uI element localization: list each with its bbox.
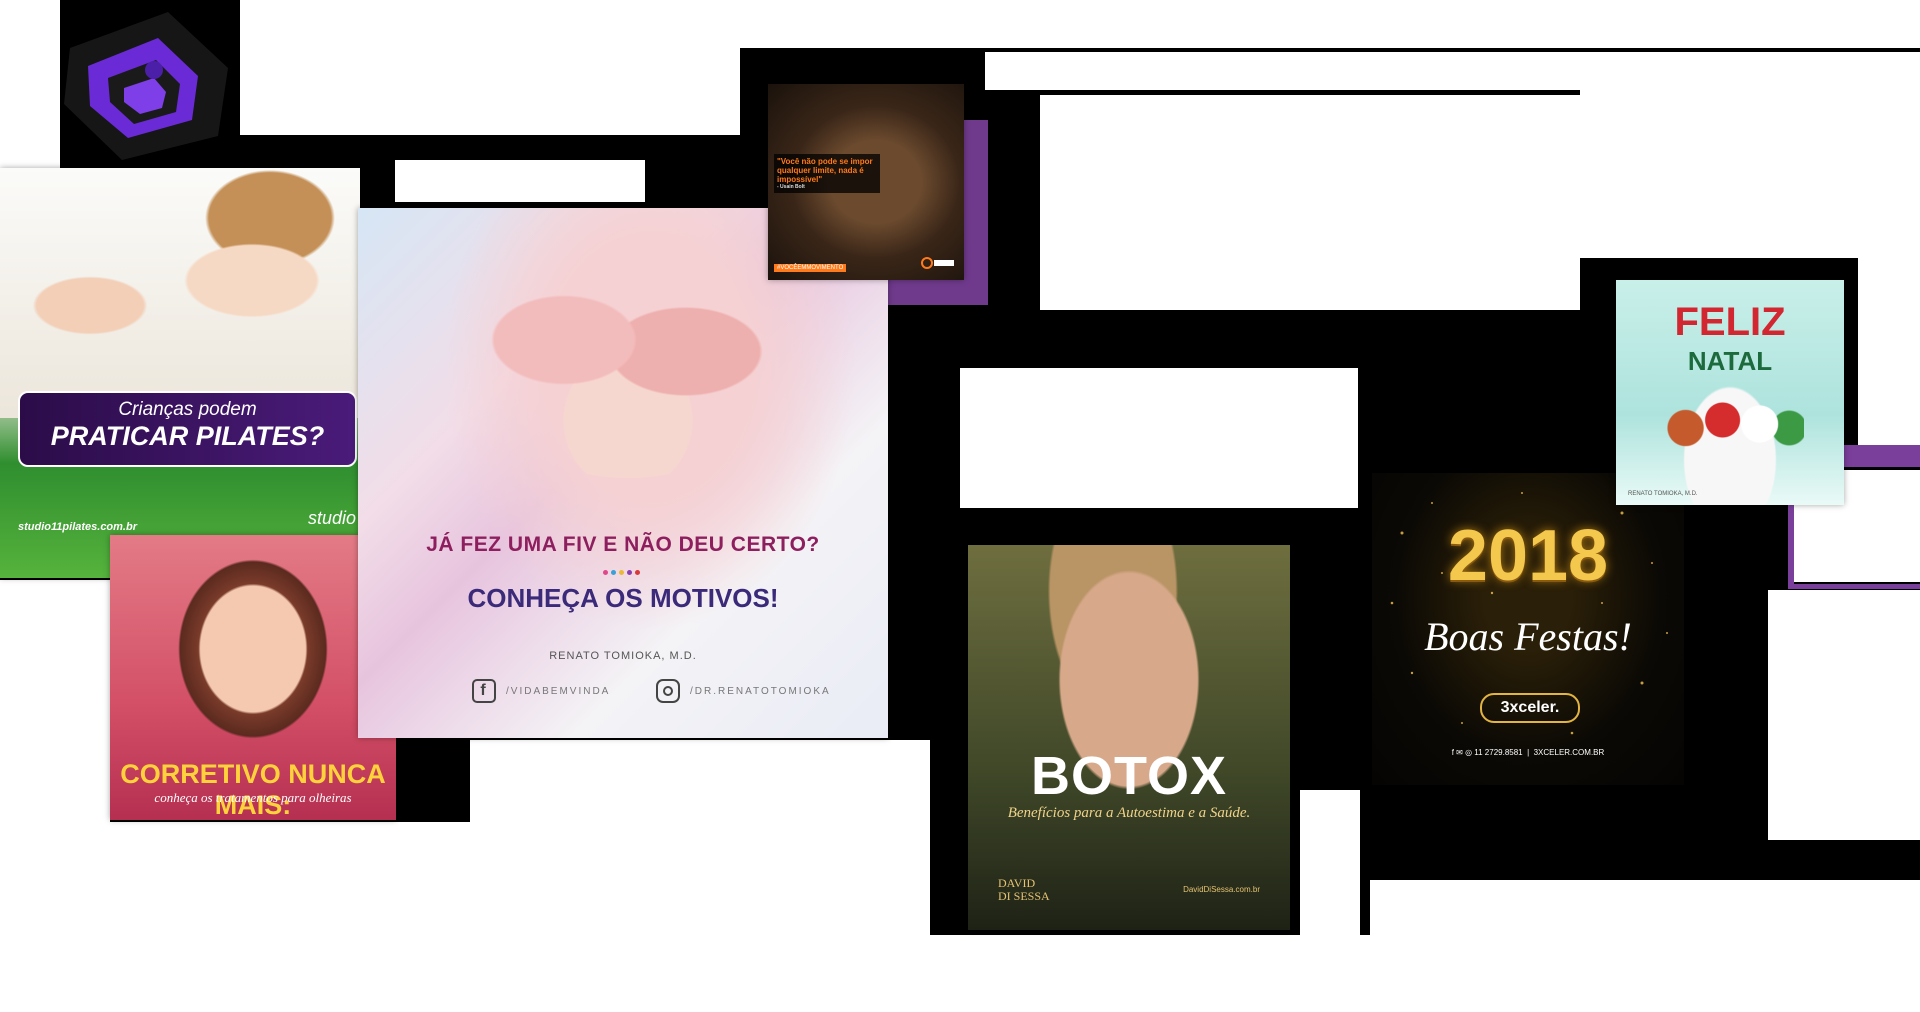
newyear-greeting: Boas Festas! [1424,614,1632,659]
dot-2 [611,570,616,575]
fiv-facebook-handle: /VIDABEMVINDA [506,685,611,697]
pilates-question-box: Crianças podem PRATICAR PILATES? [18,391,357,467]
botox-post: BOTOX Benefícios para a Autoestima e a S… [968,545,1290,930]
natal-line2: NATAL [1687,346,1773,376]
pilates-line2: PRATICAR PILATES? [50,421,325,451]
bg-block-2 [240,0,740,135]
bg-block-7 [395,160,645,202]
natal-line1: FELIZ [1674,300,1786,344]
bg-block-6 [1580,90,1920,258]
bolt-post: "Você não pode se impor qualquer limite,… [768,84,964,280]
fiv-question: JÁ FEZ UMA FIV E NÃO DEU CERTO? [426,533,820,556]
botox-subtitle: Benefícios para a Autoestima e a Saúde. [1007,805,1251,821]
newyear-year: 2018 [1447,516,1609,596]
pilates-brand: studio [307,508,356,528]
bg-block-14 [470,740,930,825]
newyear-site: 3XCELER.COM.BR [1533,748,1605,757]
fiv-headline: CONHEÇA OS MOTIVOS! [467,583,779,613]
dot-5 [635,570,640,575]
corretivo-subtitle: conheça os tratamentos para olheiras [154,790,352,805]
bg-block-11 [1768,590,1920,840]
corretivo-post: CORRETIVO NUNCA MAIS: conheça os tratame… [110,535,396,820]
logo-cube-icon [58,8,234,164]
botox-brand-line2: DI SESSA [998,889,1050,903]
botox-brand: DAVID DI SESSA [998,877,1050,903]
newyear-phone: 11 2729.8581 [1474,748,1523,757]
bg-block-12 [0,580,110,1012]
fiv-post: JÁ FEZ UMA FIV E NÃO DEU CERTO? CONHEÇA … [358,208,888,738]
natal-doctor: RENATO TOMIOKA, M.D. [1628,491,1698,497]
accent-line-bottom [1788,584,1920,589]
fiv-instagram: /DR.RENATOTOMIOKA [656,676,831,706]
bg-block-15 [930,935,1920,1012]
bolt-quote-text: "Você não pode se impor qualquer limite,… [777,157,873,184]
newyear-post: 2018 Boas Festas! 3xceler. f ✉ ◎ 11 2729… [1372,473,1684,785]
bg-block-5 [1040,95,1580,310]
bg-block-1 [0,0,60,168]
dot-4 [627,570,632,575]
botox-site: DavidDiSessa.com.br [1183,885,1260,894]
bg-block-9 [1858,255,1920,445]
pilates-site: studio11pilates.com.br [18,521,137,533]
bg-block-3 [740,0,1920,48]
bolt-quote: "Você não pode se impor qualquer limite,… [774,154,880,193]
bg-block-8 [960,368,1358,508]
natal-post: FELIZ NATAL RENATO TOMIOKA, M.D. [1616,280,1844,505]
pilates-post: Crianças podem PRATICAR PILATES? studio1… [0,168,360,578]
fiv-dots [603,562,647,575]
fiv-instagram-handle: /DR.RENATOTOMIOKA [690,685,831,697]
facebook-icon: f [472,679,496,703]
christmas-characters [1656,388,1804,468]
bg-block-4 [985,52,1920,90]
bg-block-16 [1370,880,1920,940]
instagram-icon [656,679,680,703]
botox-title: BOTOX [1030,746,1228,806]
bolt-quote-author: - Usain Bolt [777,184,805,190]
bg-block-17 [1300,790,1360,935]
dot-3 [619,570,624,575]
social-icons: f ✉ ◎ [1451,748,1475,757]
children-photo [0,168,360,418]
baby-feet-photo [468,248,788,478]
fiv-facebook: f /VIDABEMVINDA [472,676,610,706]
bolt-hashtag: #VOCÊEMMOVIMENTO [774,264,847,272]
dot-1 [603,570,608,575]
fiv-doctor: RENATO TOMIOKA, M.D. [549,650,697,662]
pilates-line1: Crianças podem [118,399,257,420]
bg-block-13 [110,822,930,1012]
newyear-footer: f ✉ ◎ 11 2729.8581 | 3XCELER.COM.BR [1451,748,1605,757]
bolt-logo-icon [920,256,956,272]
newyear-brand: 3xceler. [1480,693,1580,723]
